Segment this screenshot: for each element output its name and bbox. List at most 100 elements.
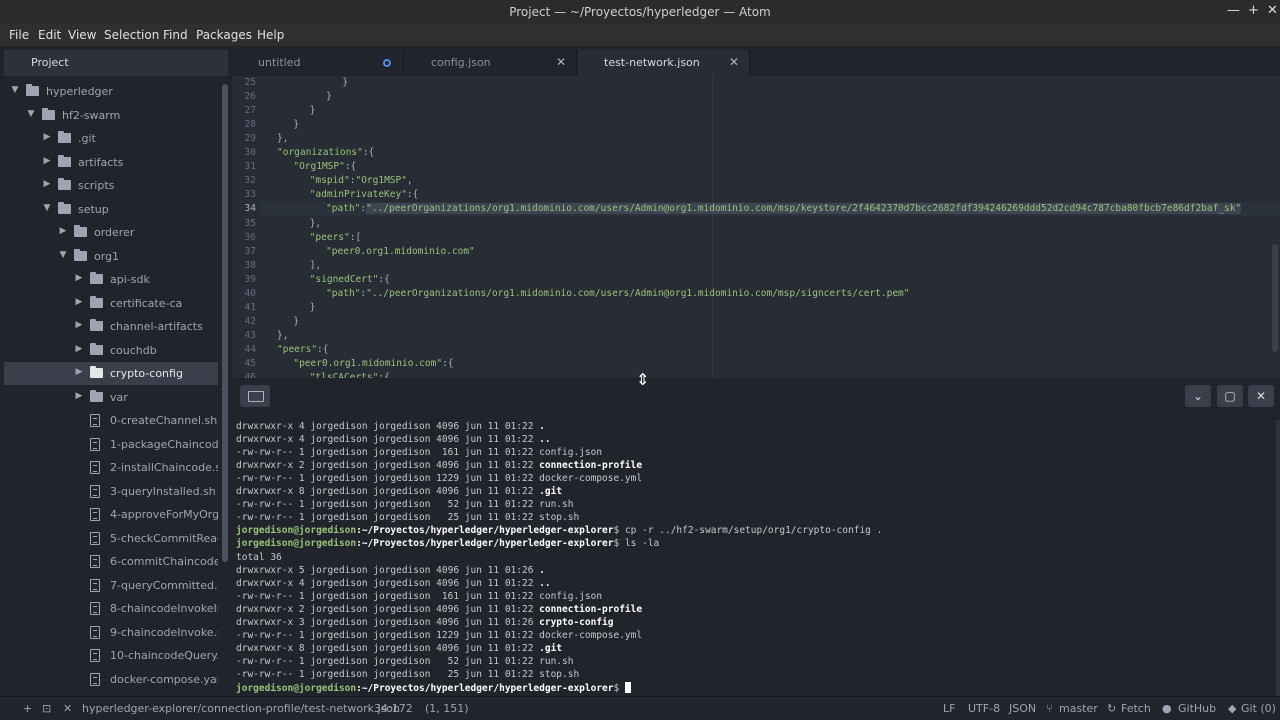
terminal-line: jorgedison@jorgedison:~/Proyectos/hyperl… [236,682,631,694]
tab-test-network-json[interactable]: test-network.json ✕ [578,50,750,76]
tree-file[interactable]: 1-packageChaincode.sh [4,433,218,456]
tree-file[interactable]: 7-queryCommitted.sh [4,574,218,597]
tree-folder[interactable]: ▶ certificate-ca [4,292,218,315]
chevron-right-icon[interactable]: ▶ [42,179,52,189]
code-line: } [310,302,316,313]
tree-file[interactable]: 9-chaincodeInvoke.sh [4,621,218,644]
chevron-down-icon[interactable]: ▼ [58,250,68,260]
line-number: 29 [244,133,256,145]
menu-packages[interactable]: Packages [196,28,252,42]
tree-file[interactable]: 10-chaincodeQuery.sh [4,644,218,667]
tree-view-tab[interactable]: Project [4,50,228,76]
status-fetch[interactable]: Fetch [1121,702,1151,715]
status-cursor-position[interactable]: 34:172 [374,702,413,715]
tab-untitled[interactable]: untitled [232,50,404,76]
terminal-icon[interactable]: ⊡ [42,702,51,715]
close-window-button[interactable]: ✕ [1267,3,1278,18]
chevron-right-icon[interactable]: ▶ [74,367,84,377]
terminal-text: -rw-rw-r-- 1 jorgedison jorgedison 25 ju… [236,512,580,524]
chevron-right-icon[interactable]: ▶ [74,273,84,283]
tree-folder[interactable]: ▶ orderer [4,221,218,244]
tree-scrollbar[interactable] [222,84,228,562]
folder-icon [90,295,103,308]
tree-folder[interactable]: ▶ .git [4,127,218,150]
tree-file[interactable]: 0-createChannel.sh [4,409,218,432]
tree-folder[interactable]: ▶ channel-artifacts [4,315,218,338]
add-icon[interactable]: + [23,702,32,715]
terminal-line: drwxrwxr-x 8 jorgedison jorgedison 4096 … [236,643,562,654]
tree-file[interactable]: 3-queryInstalled.sh [4,480,218,503]
tree-folder[interactable]: ▼ hyperledger [4,80,218,103]
terminal-text: drwxrwxr-x 2 jorgedison jorgedison 4096 … [236,603,540,615]
status-grammar[interactable]: JSON [1009,702,1036,715]
menu-help[interactable]: Help [257,28,284,42]
tree-file[interactable]: 6-commitChaincodeDefinition.sh [4,550,218,573]
code-token: "Org1MSP" [293,161,345,173]
terminal-output[interactable]: drwxrwxr-x 4 jorgedison jorgedison 4096 … [232,420,1276,696]
close-icon[interactable]: ✕ [63,702,72,715]
status-git[interactable]: Git (0) [1241,702,1276,715]
chevron-right-icon[interactable]: ▶ [74,320,84,330]
chevron-down-icon[interactable]: ▼ [42,203,52,213]
line-number: 37 [244,245,256,257]
chevron-right-icon[interactable]: ▶ [42,132,52,142]
tree-file[interactable]: 4-approveForMyOrg1.sh [4,503,218,526]
tree-folder[interactable]: ▼ org1 [4,245,218,268]
status-line-ending[interactable]: LF [943,702,955,715]
terminal-text: -rw-rw-r-- 1 jorgedison jorgedison 1229 … [236,629,643,641]
close-tab-icon[interactable]: ✕ [556,55,566,69]
tree-file[interactable]: 5-checkCommitReadyness.sh [4,527,218,550]
menu-file[interactable]: File [9,28,29,42]
code-line: "path":"../peerOrganizations/org1.midomi… [326,288,909,299]
tree-folder[interactable]: ▼ hf2-swarm [4,104,218,127]
terminal-scrollbar[interactable] [1276,420,1280,696]
workspace: Project ▼ hyperledger ▼ hf2-swarm ▶ .git ▶ arti… [0,46,1280,696]
file-icon [90,602,100,615]
menu-selection[interactable]: Selection [104,28,159,42]
line-number: 40 [244,287,256,299]
tree-file[interactable]: 8-chaincodeInvokeInit.sh [4,597,218,620]
chevron-right-icon[interactable]: ▶ [74,391,84,401]
tree-folder[interactable]: ▶ couchdb [4,339,218,362]
status-branch[interactable]: master [1059,702,1098,715]
modified-indicator-icon [383,59,391,67]
chevron-right-icon[interactable]: ▶ [74,297,84,307]
status-github[interactable]: GitHub [1178,702,1216,715]
status-encoding[interactable]: UTF-8 [968,702,1000,715]
terminal-prompt: jorgedison@jorgedison [236,538,357,550]
chevron-right-icon[interactable]: ▶ [58,226,68,236]
close-terminal-button[interactable]: ✕ [1248,385,1274,407]
tree-folder[interactable]: ▶ var [4,386,218,409]
tree-file[interactable]: docker-compose.yaml [4,668,218,691]
maximize-terminal-button[interactable]: ▢ [1217,385,1243,407]
hide-terminal-button[interactable]: ⌄ [1185,385,1211,407]
close-tab-icon[interactable]: ✕ [729,55,739,69]
chevron-down-icon[interactable]: ▼ [10,85,20,95]
line-number: 30 [244,147,256,159]
code-line: "peers":{ [277,344,329,355]
status-file-path[interactable]: hyperledger-explorer/connection-profile/… [82,702,400,715]
tree-folder[interactable]: ▼ setup [4,198,218,221]
keyboard-icon[interactable] [240,385,270,407]
terminal-command: $ ls -la [613,538,660,550]
menu-edit[interactable]: Edit [38,28,61,42]
minimize-button[interactable]: — [1227,3,1240,18]
terminal-text: drwxrwxr-x 2 jorgedison jorgedison 4096 … [236,460,540,472]
maximize-button[interactable]: + [1248,3,1259,18]
tree-file[interactable]: 2-installChaincode.sh [4,456,218,479]
tab-config-json[interactable]: config.json ✕ [405,50,577,76]
chevron-down-icon[interactable]: ▼ [26,109,36,119]
tree-folder[interactable]: ▶ api-sdk [4,268,218,291]
text-editor[interactable]: 25 26 27 28 29 30 31 32 33 34 35 36 37 38 39 40 41 42 43 44… [232,76,1280,378]
terminal-path: :~/Proyectos/hyperledger/hyperledger-exp… [356,683,614,694]
chevron-right-icon[interactable]: ▶ [74,344,84,354]
tree-folder[interactable]: ▶ scripts [4,174,218,197]
menu-view[interactable]: View [68,28,96,42]
code-token: "organizations" [277,147,363,159]
tree-folder[interactable]: ▶ artifacts [4,151,218,174]
tree-folder[interactable]: ▶ crypto-config [4,362,218,385]
code-line: } [310,105,316,116]
menu-find[interactable]: Find [163,28,188,42]
chevron-right-icon[interactable]: ▶ [42,156,52,166]
editor-scrollbar[interactable] [1272,244,1278,352]
